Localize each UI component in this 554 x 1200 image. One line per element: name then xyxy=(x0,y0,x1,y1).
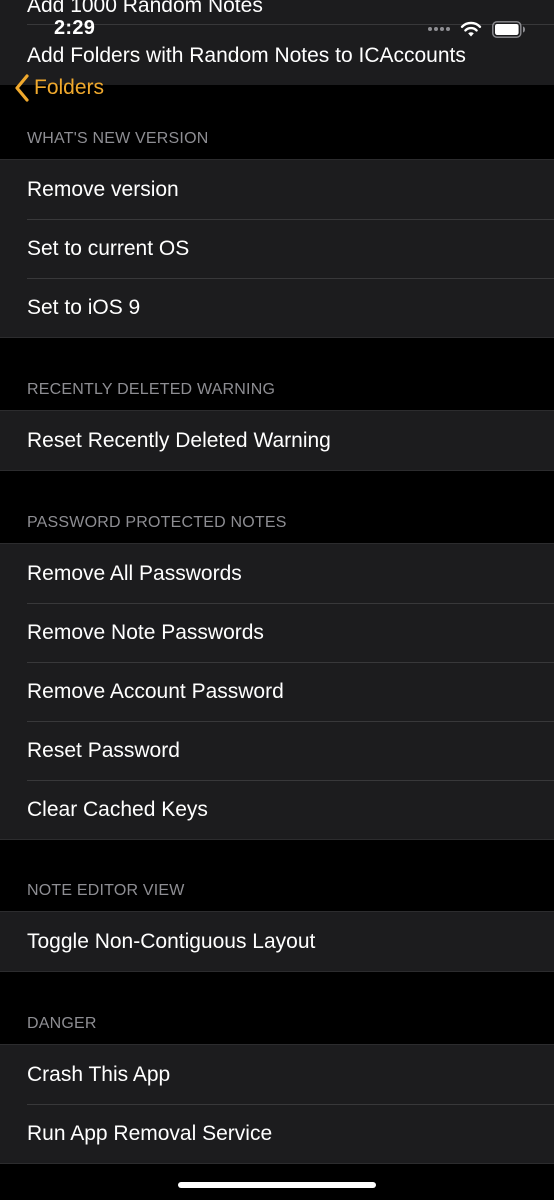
remove-note-passwords-button[interactable]: Remove Note Passwords xyxy=(0,603,554,662)
section-header-note-editor-view: NOTE EDITOR VIEW xyxy=(27,882,185,899)
clear-cached-keys-button[interactable]: Clear Cached Keys xyxy=(0,780,554,839)
toggle-non-contiguous-layout-button[interactable]: Toggle Non-Contiguous Layout xyxy=(0,912,554,971)
list-item-add-random-notes[interactable]: Add 1000 Random Notes xyxy=(27,0,263,18)
list-item-add-folders-random-notes[interactable]: Add Folders with Random Notes to ICAccou… xyxy=(27,44,466,68)
battery-icon xyxy=(492,20,525,38)
reset-password-button[interactable]: Reset Password xyxy=(0,721,554,780)
status-icons xyxy=(428,19,526,39)
remove-account-password-button[interactable]: Remove Account Password xyxy=(0,662,554,721)
set-current-os-button[interactable]: Set to current OS xyxy=(0,219,554,278)
home-indicator[interactable] xyxy=(178,1182,376,1188)
section-whats-new-version: Remove version Set to current OS Set to … xyxy=(0,159,554,338)
remove-version-button[interactable]: Remove version xyxy=(0,160,554,219)
status-time: 2:29 xyxy=(54,17,96,39)
section-danger: Crash This App Run App Removal Service xyxy=(0,1044,554,1164)
section-note-editor-view: Toggle Non-Contiguous Layout xyxy=(0,911,554,972)
crash-app-button[interactable]: Crash This App xyxy=(0,1045,554,1104)
screen: Add 1000 Random Notes Add Folders with R… xyxy=(0,0,554,1200)
chevron-left-icon xyxy=(15,74,29,102)
section-header-password-protected-notes: PASSWORD PROTECTED NOTES xyxy=(27,514,287,531)
section-recently-deleted-warning: Reset Recently Deleted Warning xyxy=(0,410,554,471)
section-header-danger: DANGER xyxy=(27,1015,97,1032)
reset-recently-deleted-warning-button[interactable]: Reset Recently Deleted Warning xyxy=(0,411,554,470)
wifi-icon xyxy=(460,21,482,36)
section-header-whats-new-version: WHAT'S NEW VERSION xyxy=(27,130,209,147)
cellular-signal-icon xyxy=(428,27,450,31)
back-button-label: Folders xyxy=(34,76,105,99)
back-button[interactable]: Folders xyxy=(14,74,104,102)
top-rows-group: Add 1000 Random Notes Add Folders with R… xyxy=(0,0,554,85)
section-password-protected-notes: Remove All Passwords Remove Note Passwor… xyxy=(0,543,554,840)
section-header-recently-deleted-warning: RECENTLY DELETED WARNING xyxy=(27,381,276,398)
run-app-removal-service-button[interactable]: Run App Removal Service xyxy=(0,1104,554,1163)
remove-all-passwords-button[interactable]: Remove All Passwords xyxy=(0,544,554,603)
set-ios9-button[interactable]: Set to iOS 9 xyxy=(0,278,554,337)
